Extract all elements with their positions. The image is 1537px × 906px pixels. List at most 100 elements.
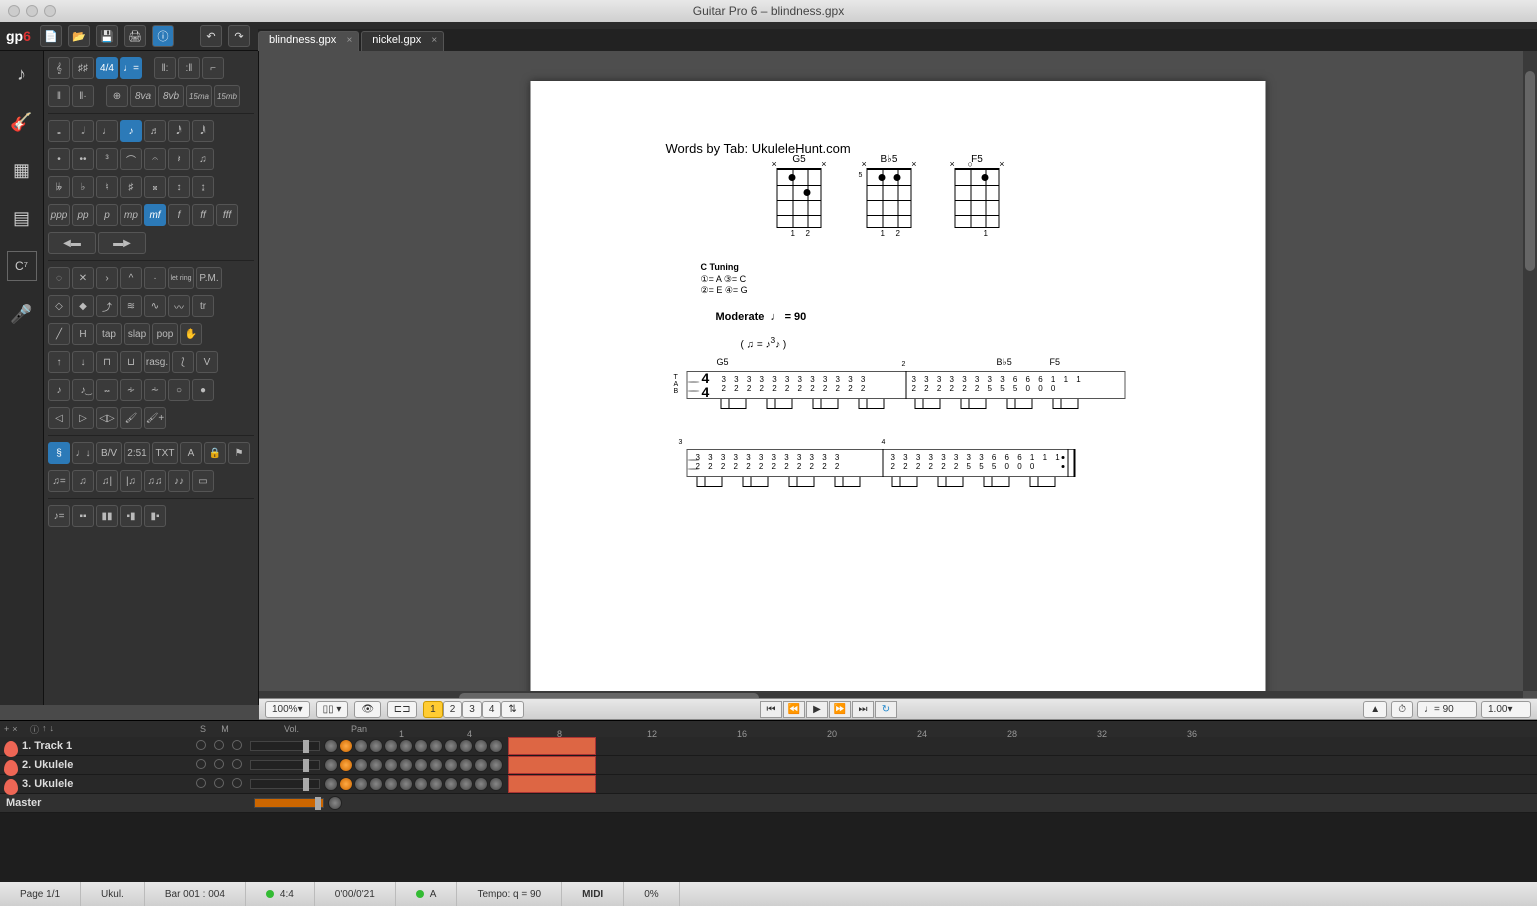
play-button[interactable]: ▶ [806, 701, 828, 718]
heavy-accent-button[interactable]: ^ [120, 267, 142, 289]
volume-slider[interactable] [250, 760, 320, 770]
loop-button[interactable]: ↻ [875, 701, 897, 718]
tie-button[interactable]: ⌒ [120, 148, 142, 170]
dblsharp-button[interactable]: 𝄪 [144, 176, 166, 198]
hammer-button[interactable]: H [72, 323, 94, 345]
mute-toggle[interactable] [210, 740, 228, 753]
half-note-button[interactable]: 𝅗𝅥 [72, 120, 94, 142]
dyn-mf-button[interactable]: mf [144, 204, 166, 226]
add-track-icon[interactable]: + [4, 724, 9, 734]
pickdown-button[interactable]: ⊔ [120, 351, 142, 373]
double-dot-button[interactable]: •• [72, 148, 94, 170]
decrescendo-button[interactable]: ▬▶ [98, 232, 146, 254]
fade-out-button[interactable]: ▷ [72, 407, 94, 429]
track-row[interactable]: 3. Ukulele [0, 775, 1537, 794]
15mb-button[interactable]: 15mb [214, 85, 240, 107]
dyn-p-button[interactable]: p [96, 204, 118, 226]
dyn-fff-button[interactable]: fff [216, 204, 238, 226]
mic-tool-icon[interactable]: 🎤 [7, 299, 37, 329]
brush-down-button[interactable]: 🖌+ [144, 407, 166, 429]
pan-knob[interactable] [324, 739, 338, 753]
chord-name-button[interactable]: A [180, 442, 202, 464]
master-pan-knob[interactable] [328, 796, 342, 810]
guitar-tool-icon[interactable]: 🎸 [7, 107, 37, 137]
eq-knob[interactable] [339, 739, 353, 753]
wah-button[interactable]: ○ [168, 379, 190, 401]
timesig-button[interactable]: 4/4 [96, 57, 118, 79]
beam-btn4[interactable]: |♫ [120, 470, 142, 492]
solo-toggle[interactable] [192, 740, 210, 753]
master-volume-slider[interactable] [254, 798, 324, 808]
turn-button[interactable]: ∻ [120, 379, 142, 401]
bend-button[interactable]: ⤴ [96, 295, 118, 317]
bars-btn3[interactable]: ▪▮ [120, 505, 142, 527]
harmonic2-button[interactable]: ◆ [72, 295, 94, 317]
volume-slider[interactable] [250, 741, 320, 751]
tremolo-button[interactable]: ≋ [120, 295, 142, 317]
section-button[interactable]: § [48, 442, 70, 464]
forward-button[interactable]: ⏩ [829, 701, 851, 718]
chord-tool-icon[interactable]: C⁷ [7, 251, 37, 281]
pop-button[interactable]: pop [152, 323, 178, 345]
thirtysecond-note-button[interactable]: 𝅘𝅥𝅰 [168, 120, 190, 142]
letring-button[interactable]: let ring [168, 267, 194, 289]
dyn-pp-button[interactable]: pp [72, 204, 94, 226]
amp-tool-icon[interactable]: ▦ [7, 155, 37, 185]
accent-button[interactable]: › [96, 267, 118, 289]
tab-staff[interactable]: 3 3 3 3 3 3 3 3 3 3 3 3 2 2 2 2 2 2 2 2 … [687, 449, 1076, 477]
staccato-button[interactable]: · [144, 267, 166, 289]
whole-note-button[interactable]: 𝅝 [48, 120, 70, 142]
natural-button[interactable]: ♮ [96, 176, 118, 198]
palmmute-button[interactable]: P.M. [196, 267, 222, 289]
zoom-select[interactable]: 100% ▾ [265, 701, 310, 718]
mute-toggle[interactable] [210, 759, 228, 772]
alt-ending-button[interactable]: ⌐ [202, 57, 224, 79]
crescendo-button[interactable]: ◀▬ [48, 232, 96, 254]
tab-close-icon[interactable]: × [346, 35, 352, 46]
rewind-button[interactable]: ⏪ [783, 701, 805, 718]
auto-toggle[interactable] [228, 778, 246, 791]
double-bar-button[interactable]: ‖· [72, 85, 94, 107]
sixteenth-note-button[interactable]: ♬ [144, 120, 166, 142]
redo-button[interactable]: ↷ [228, 25, 250, 47]
vertical-scrollbar[interactable] [1523, 51, 1537, 691]
volume-slider[interactable] [250, 779, 320, 789]
text-button[interactable]: TXT [152, 442, 178, 464]
flag-button[interactable]: ⚑ [228, 442, 250, 464]
bars-btn1[interactable]: ▪▪ [72, 505, 94, 527]
dyn-mp-button[interactable]: mp [120, 204, 142, 226]
trill-button[interactable]: tr [192, 295, 214, 317]
lyrics-button[interactable]: ♫= [48, 470, 70, 492]
wah-close-button[interactable]: ● [192, 379, 214, 401]
slide-button[interactable]: ╱ [48, 323, 70, 345]
coda-button[interactable]: ⊕ [106, 85, 128, 107]
display-button[interactable]: 👁 [354, 701, 381, 718]
print-button[interactable]: 🖨 [124, 25, 146, 47]
swing-button[interactable]: ♪= [48, 505, 70, 527]
open-file-button[interactable]: 📂 [68, 25, 90, 47]
undo-button[interactable]: ↶ [200, 25, 222, 47]
volume-swell-button[interactable]: ◁▷ [96, 407, 118, 429]
rasg-button[interactable]: rasg. [144, 351, 170, 373]
bars-btn4[interactable]: ▮▪ [144, 505, 166, 527]
arpeggio-button[interactable]: ⟅ [172, 351, 194, 373]
multirest-button[interactable]: ▭ [192, 470, 214, 492]
tab-nickel[interactable]: nickel.gpx× [361, 31, 444, 51]
barre-button[interactable]: B/V [96, 442, 122, 464]
move-down-icon[interactable]: ↓ [50, 723, 55, 736]
info-button[interactable]: ⓘ [152, 25, 174, 47]
tab-close-icon[interactable]: × [431, 35, 437, 46]
dyn-ppp-button[interactable]: ppp [48, 204, 70, 226]
beam-button[interactable]: ♫ [192, 148, 214, 170]
grace-on-button[interactable]: ♪͜ [72, 379, 94, 401]
8va-button[interactable]: 8va [130, 85, 156, 107]
beam-btn6[interactable]: ♪♪ [168, 470, 190, 492]
new-file-button[interactable]: 📄 [40, 25, 62, 47]
trill-orn-button[interactable]: 𝆗 [96, 379, 118, 401]
clef-button[interactable]: 𝄞 [48, 57, 70, 79]
solo-toggle[interactable] [192, 778, 210, 791]
auto-toggle[interactable] [228, 740, 246, 753]
dblflat-button[interactable]: 𝄫 [48, 176, 70, 198]
solo-toggle[interactable] [192, 759, 210, 772]
save-file-button[interactable]: 💾 [96, 25, 118, 47]
